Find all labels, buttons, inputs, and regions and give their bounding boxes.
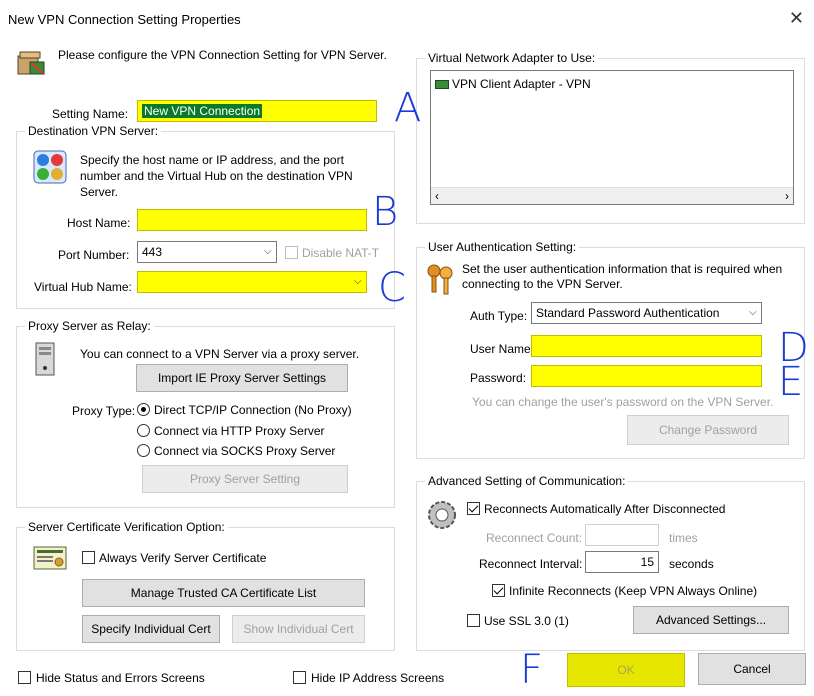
proxy-server-setting-button[interactable]: Proxy Server Setting	[142, 465, 348, 493]
virtual-hub-select[interactable]: ⌵	[137, 271, 367, 293]
chevron-down-icon: ⌵	[749, 307, 757, 318]
window-title: New VPN Connection Setting Properties	[8, 12, 241, 27]
proxy-socks-radio[interactable]	[137, 444, 150, 457]
auth-type-value: Standard Password Authentication	[536, 306, 720, 320]
hide-ip-checkbox[interactable]	[293, 671, 306, 684]
proxy-http-label: Connect via HTTP Proxy Server	[154, 424, 325, 438]
annotation-f: F	[520, 647, 544, 693]
auth-type-label: Auth Type:	[470, 309, 528, 323]
intro-text: Please configure the VPN Connection Sett…	[58, 48, 387, 62]
chevron-down-icon: ⌵	[264, 246, 272, 257]
adapter-list[interactable]: VPN Client Adapter - VPN ‹ ›	[430, 70, 794, 205]
destination-description: Specify the host name or IP address, and…	[80, 153, 353, 199]
proxy-group-label: Proxy Server as Relay:	[25, 319, 154, 333]
proxy-description: You can connect to a VPN Server via a pr…	[80, 347, 360, 361]
hide-status-label: Hide Status and Errors Screens	[36, 671, 205, 685]
reconnect-auto-label: Reconnects Automatically After Disconnec…	[484, 502, 726, 516]
reconnect-interval-input[interactable]: 15	[585, 551, 659, 573]
use-ssl-label: Use SSL 3.0 (1)	[484, 614, 569, 628]
vpn-server-icon	[33, 150, 67, 184]
setting-name-label: Setting Name:	[52, 107, 129, 121]
hide-ip-label: Hide IP Address Screens	[311, 671, 445, 685]
disable-natt-checkbox[interactable]	[285, 246, 298, 259]
advanced-group-label: Advanced Setting of Communication:	[425, 474, 629, 488]
proxy-type-label: Proxy Type:	[72, 404, 136, 418]
use-ssl-checkbox[interactable]	[467, 614, 480, 627]
reconnect-count-label: Reconnect Count:	[486, 531, 583, 545]
port-number-label: Port Number:	[58, 248, 130, 262]
adapter-list-item[interactable]: VPN Client Adapter - VPN	[435, 77, 591, 91]
virtual-hub-label: Virtual Hub Name:	[34, 280, 132, 294]
show-individual-cert-button[interactable]: Show Individual Cert	[232, 615, 365, 643]
setting-name-value: New VPN Connection	[142, 104, 263, 118]
host-name-label: Host Name:	[67, 216, 131, 230]
annotation-c: C	[378, 265, 406, 311]
scroll-left-icon[interactable]: ‹	[435, 189, 439, 203]
cert-group-label: Server Certificate Verification Option:	[25, 520, 228, 534]
auth-description: Set the user authentication information …	[462, 262, 783, 291]
proxy-socks-label: Connect via SOCKS Proxy Server	[154, 444, 336, 458]
scroll-right-icon[interactable]: ›	[785, 189, 789, 203]
manage-trusted-ca-button[interactable]: Manage Trusted CA Certificate List	[82, 579, 365, 607]
port-number-select[interactable]: 443 ⌵	[137, 241, 277, 263]
user-name-input[interactable]	[531, 335, 762, 357]
proxy-direct-label: Direct TCP/IP Connection (No Proxy)	[154, 403, 352, 417]
cancel-button[interactable]: Cancel	[698, 653, 806, 685]
hide-status-checkbox[interactable]	[18, 671, 31, 684]
ok-button[interactable]: OK	[567, 653, 685, 687]
horizontal-scrollbar[interactable]: ‹ ›	[431, 187, 793, 204]
seconds-label: seconds	[669, 557, 714, 571]
port-number-value: 443	[142, 245, 163, 259]
user-name-label: User Name:	[470, 342, 535, 356]
adapter-group-label: Virtual Network Adapter to Use:	[425, 51, 599, 65]
infinite-reconnect-label: Infinite Reconnects (Keep VPN Always Onl…	[509, 584, 758, 598]
reconnect-interval-label: Reconnect Interval:	[479, 557, 583, 571]
gear-icon	[424, 497, 460, 533]
reconnect-count-input[interactable]	[585, 524, 659, 546]
proxy-http-radio[interactable]	[137, 424, 150, 437]
setting-name-input[interactable]: New VPN Connection	[137, 100, 377, 122]
advanced-settings-button[interactable]: Advanced Settings...	[633, 606, 789, 634]
always-verify-checkbox[interactable]	[82, 551, 95, 564]
infinite-reconnect-checkbox[interactable]	[492, 584, 505, 597]
always-verify-label: Always Verify Server Certificate	[99, 551, 267, 565]
specify-individual-cert-button[interactable]: Specify Individual Cert	[82, 615, 220, 643]
chevron-down-icon: ⌵	[354, 276, 362, 287]
times-label: times	[669, 531, 698, 545]
adapter-item-label: VPN Client Adapter - VPN	[452, 77, 591, 91]
keys-icon	[424, 262, 456, 296]
reconnect-interval-value: 15	[640, 555, 654, 569]
close-icon[interactable]: ✕	[789, 8, 804, 29]
reconnect-auto-checkbox[interactable]	[467, 502, 480, 515]
destination-group-label: Destination VPN Server:	[25, 124, 162, 138]
network-adapter-icon	[435, 79, 449, 89]
annotation-a: A	[394, 85, 422, 131]
auth-type-select[interactable]: Standard Password Authentication ⌵	[531, 302, 762, 324]
annotation-e: E	[778, 359, 804, 405]
vpn-config-icon	[16, 48, 46, 78]
auth-group-label: User Authentication Setting:	[425, 240, 580, 254]
import-ie-proxy-button[interactable]: Import IE Proxy Server Settings	[136, 364, 348, 392]
certificate-icon	[33, 546, 67, 570]
password-input[interactable]	[531, 365, 762, 387]
proxy-server-icon	[34, 342, 56, 376]
password-hint: You can change the user's password on th…	[472, 395, 774, 409]
password-label: Password:	[470, 371, 527, 385]
proxy-direct-radio[interactable]	[137, 403, 150, 416]
annotation-b: B	[372, 189, 399, 235]
disable-natt-label: Disable NAT-T	[302, 246, 380, 260]
host-name-input[interactable]	[137, 209, 367, 231]
change-password-button[interactable]: Change Password	[627, 415, 789, 445]
